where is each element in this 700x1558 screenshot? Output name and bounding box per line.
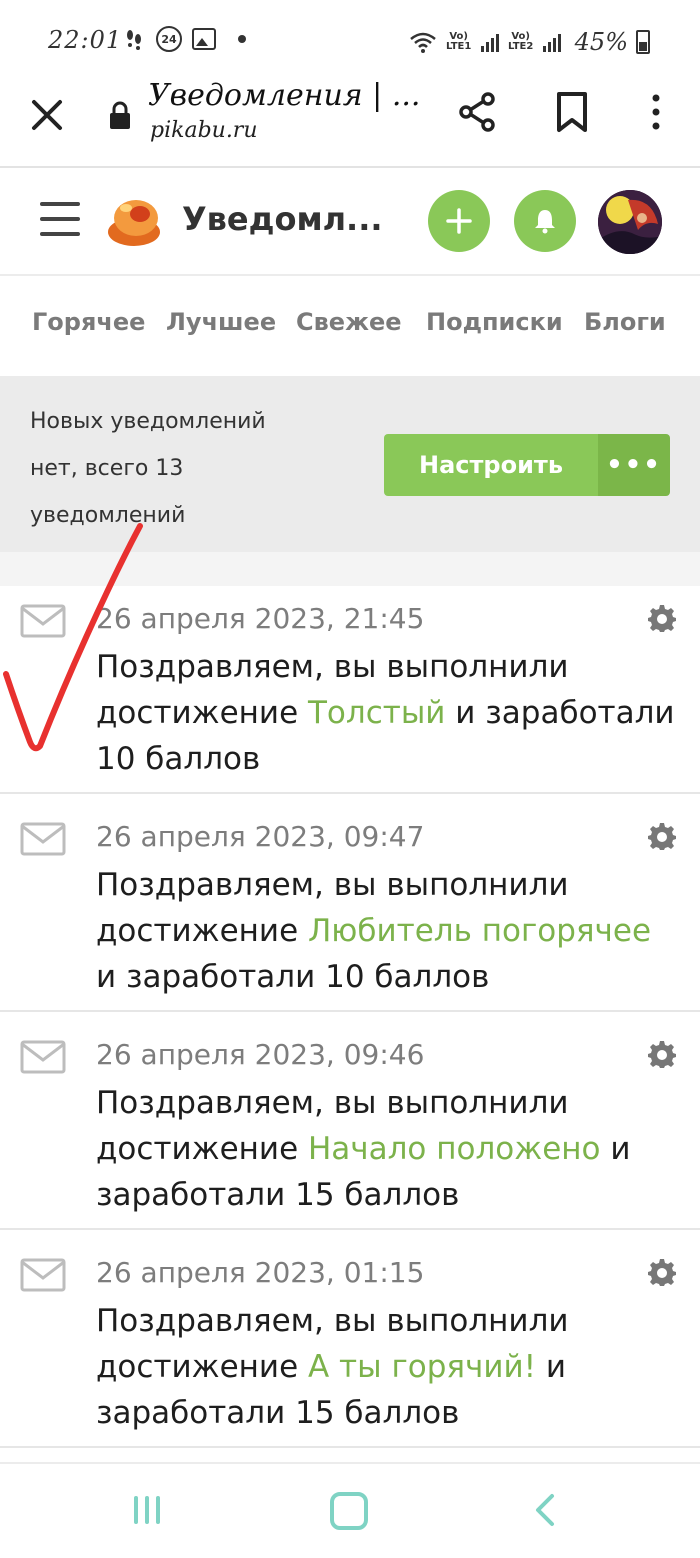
status-right-icons: Vo) LTE1 Vo) LTE2 45% bbox=[409, 28, 650, 56]
envelope-icon bbox=[20, 1258, 66, 1292]
notification-item[interactable]: 26 апреля 2023, 09:47 Поздравляем, вы вы… bbox=[0, 794, 700, 1012]
bookmark-icon[interactable] bbox=[552, 90, 592, 134]
lte2-label: Vo) LTE2 bbox=[507, 31, 534, 52]
tab-fresh[interactable]: Свежее bbox=[296, 308, 402, 336]
settings-split-button: Настроить ••• bbox=[384, 434, 670, 496]
plus-icon bbox=[446, 208, 472, 234]
footsteps-icon bbox=[127, 30, 141, 50]
badge-24-icon: 24 bbox=[156, 26, 182, 52]
share-icon[interactable] bbox=[456, 90, 500, 134]
pikabu-logo[interactable] bbox=[106, 196, 162, 248]
page-title[interactable]: Уведомления | ... bbox=[148, 78, 420, 113]
achievement-link[interactable]: А ты горячий! bbox=[308, 1349, 536, 1385]
recent-apps-button[interactable] bbox=[134, 1496, 170, 1526]
status-bar: 22:01 24 Vo) LTE1 Vo) LTE2 45% bbox=[0, 0, 700, 72]
gear-icon[interactable] bbox=[648, 1258, 676, 1286]
lock-icon bbox=[110, 101, 130, 129]
bell-icon bbox=[535, 210, 555, 234]
envelope-icon bbox=[20, 604, 66, 638]
signal2-icon bbox=[542, 32, 561, 52]
gear-icon[interactable] bbox=[648, 822, 676, 850]
wifi-icon bbox=[409, 32, 436, 53]
battery-percent: 45% bbox=[574, 28, 628, 56]
notifications-summary-banner: Новых уведомлений нет, всего 13 уведомле… bbox=[0, 376, 700, 552]
notifications-summary-text: Новых уведомлений нет, всего 13 уведомле… bbox=[30, 409, 266, 528]
notification-date: 26 апреля 2023, 09:46 bbox=[96, 1038, 425, 1071]
achievement-link[interactable]: Начало положено bbox=[308, 1131, 601, 1167]
image-icon bbox=[192, 28, 216, 50]
status-time: 22:01 bbox=[48, 26, 123, 54]
divider bbox=[0, 552, 700, 588]
notification-item[interactable]: 26 апреля 2023, 09:46 Поздравляем, вы вы… bbox=[0, 1012, 700, 1230]
avatar[interactable] bbox=[598, 190, 662, 254]
hamburger-menu-icon[interactable] bbox=[40, 202, 80, 238]
notification-text: Поздравляем, вы выполнили достижение Нач… bbox=[96, 1080, 681, 1218]
envelope-icon bbox=[20, 1040, 66, 1074]
lte1-label: Vo) LTE1 bbox=[445, 31, 472, 52]
signal1-icon bbox=[480, 32, 499, 52]
notification-item[interactable]: 26 апреля 2023, 01:15 Поздравляем, вы вы… bbox=[0, 1230, 700, 1448]
battery-icon bbox=[636, 30, 650, 54]
notification-text: Поздравляем, вы выполнили достижение Люб… bbox=[96, 862, 681, 1000]
gear-icon[interactable] bbox=[648, 1040, 676, 1068]
tab-hot[interactable]: Горячее bbox=[32, 308, 145, 336]
notification-date: 26 апреля 2023, 01:15 bbox=[96, 1256, 425, 1289]
notification-text-suffix: и заработали 10 баллов bbox=[96, 959, 490, 995]
notification-date: 26 апреля 2023, 09:47 bbox=[96, 820, 425, 853]
achievement-link[interactable]: Толстый bbox=[308, 695, 445, 731]
more-vertical-icon[interactable] bbox=[636, 90, 676, 134]
notification-item[interactable]: 26 апреля 2023, 21:45 Поздравляем, вы вы… bbox=[0, 586, 700, 794]
envelope-icon bbox=[20, 822, 66, 856]
system-navigation-bar bbox=[0, 1462, 700, 1558]
tab-subscriptions[interactable]: Подписки bbox=[426, 308, 563, 336]
status-notification-icons: 24 bbox=[122, 26, 246, 52]
back-chevron-icon[interactable] bbox=[530, 1492, 560, 1528]
notification-text: Поздравляем, вы выполнили достижение А т… bbox=[96, 1298, 681, 1436]
achievement-link[interactable]: Любитель погорячее bbox=[308, 913, 651, 949]
notification-date: 26 апреля 2023, 21:45 bbox=[96, 602, 425, 635]
tab-blogs[interactable]: Блоги bbox=[584, 308, 666, 336]
tab-best[interactable]: Лучшее bbox=[166, 308, 276, 336]
dot-icon bbox=[238, 35, 246, 43]
close-icon[interactable] bbox=[26, 94, 68, 136]
site-page-title: Уведомл... bbox=[182, 200, 383, 238]
gear-icon[interactable] bbox=[648, 604, 676, 632]
configure-button[interactable]: Настроить bbox=[384, 434, 598, 496]
page-url[interactable]: pikabu.ru bbox=[150, 118, 258, 143]
browser-toolbar: Уведомления | ... pikabu.ru bbox=[0, 72, 700, 168]
notifications-button[interactable] bbox=[514, 190, 576, 252]
home-button[interactable] bbox=[330, 1492, 368, 1530]
section-tabs: Горячее Лучшее Свежее Подписки Блоги bbox=[0, 276, 700, 376]
add-post-button[interactable] bbox=[428, 190, 490, 252]
site-header: Уведомл... bbox=[0, 168, 700, 276]
notification-text: Поздравляем, вы выполнили достижение Тол… bbox=[96, 644, 681, 782]
more-options-button[interactable]: ••• bbox=[598, 434, 670, 496]
